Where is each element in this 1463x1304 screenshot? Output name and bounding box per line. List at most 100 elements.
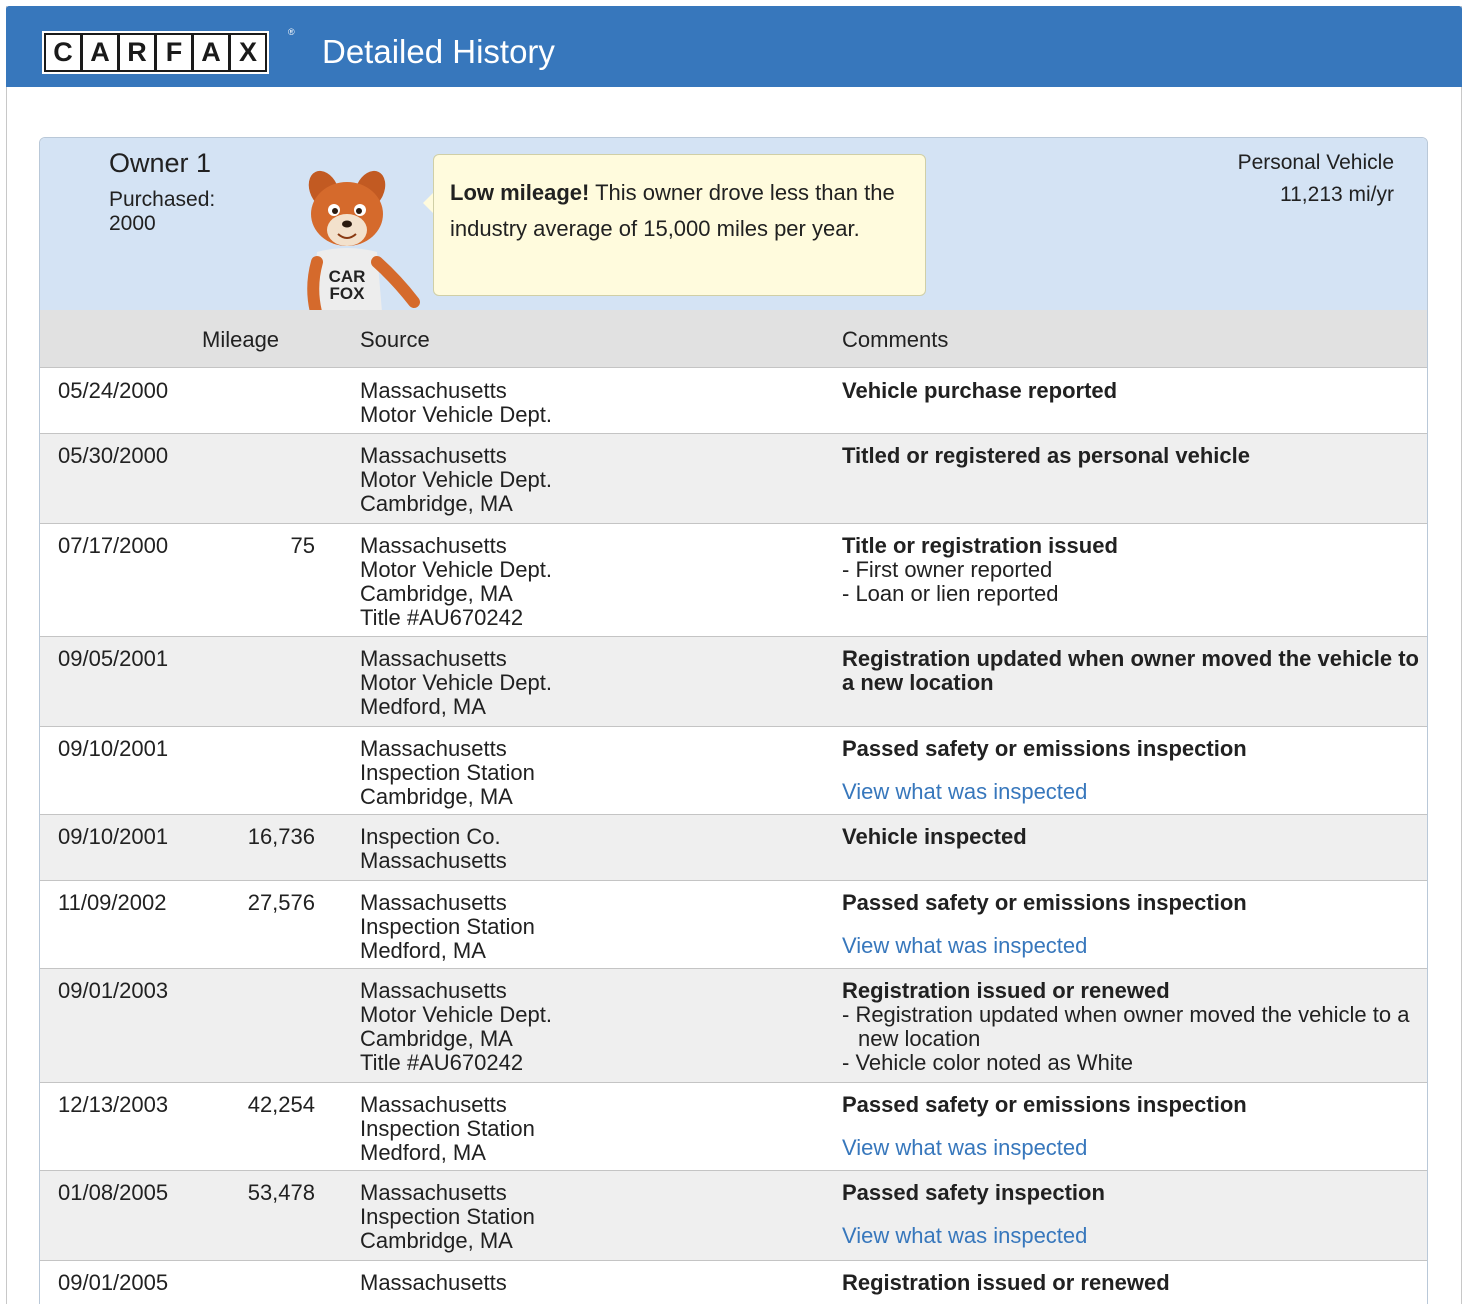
row-mileage: 53,478 — [247, 1180, 315, 1205]
row-date: 09/10/2001 — [58, 824, 169, 849]
comment-heading: Vehicle inspected — [842, 824, 1027, 849]
row-comments: Registration updated when owner moved th… — [842, 647, 1422, 695]
source-line: Cambridge, MA — [360, 1026, 513, 1051]
table-row: 05/24/2000 Massachusetts Motor Vehicle Dep… — [40, 369, 1427, 434]
source-line: Cambridge, MA — [360, 491, 513, 516]
source-line: Massachusetts — [360, 736, 507, 761]
row-comments: Title or registration issued - First owne… — [842, 534, 1422, 606]
mascot-shirt-text: FOX — [330, 284, 366, 303]
row-source: Massachusetts Inspection Station Cambridge… — [360, 1181, 820, 1253]
owner-summary: Owner 1 Purchased: 2000 CAR FOX Low mile… — [40, 138, 1427, 312]
source-line: Motor Vehicle Dept. — [360, 670, 552, 695]
view-inspection-link[interactable]: View what was inspected — [842, 780, 1422, 804]
table-row: 09/05/2001 Massachusetts Motor Vehicle Dep… — [40, 637, 1427, 727]
row-mileage: 75 — [290, 533, 315, 558]
source-line: Inspection Co. — [360, 824, 501, 849]
row-comments: Passed safety or emissions inspection Vie… — [842, 891, 1422, 958]
source-line: Massachusetts — [360, 978, 507, 1003]
logo-letter: A — [194, 35, 228, 70]
source-line: Massachusetts — [360, 848, 507, 873]
table-row: 12/13/2003 42,254 Massachusetts Inspection … — [40, 1083, 1427, 1171]
table-row: 05/30/2000 Massachusetts Motor Vehicle Dep… — [40, 434, 1427, 524]
comment-detail: - First owner reported — [842, 557, 1053, 582]
row-date: 05/24/2000 — [58, 378, 169, 403]
source-line: Motor Vehicle Dept. — [360, 402, 552, 427]
row-source: Massachusetts Motor Vehicle Dept. Cambridg… — [360, 534, 820, 630]
source-line: Inspection Station — [360, 1204, 535, 1229]
logo-letter: F — [157, 35, 191, 70]
source-line: Massachusetts — [360, 443, 507, 468]
source-line: Massachusetts — [360, 533, 507, 558]
row-source: Massachusetts Motor Vehicle Dept. Cambridg… — [360, 444, 820, 516]
logo-letter: X — [231, 35, 265, 70]
view-inspection-link[interactable]: View what was inspected — [842, 934, 1422, 958]
row-comments: Registration issued or renewed — [842, 1271, 1422, 1295]
row-date: 01/08/2005 — [58, 1180, 169, 1205]
row-comments: Passed safety or emissions inspection Vie… — [842, 737, 1422, 804]
owner-history-card: Owner 1 Purchased: 2000 CAR FOX Low mile… — [39, 137, 1428, 1304]
table-row: 07/17/2000 75 Massachusetts Motor Vehicle D… — [40, 524, 1427, 637]
source-line: Massachusetts — [360, 1270, 507, 1295]
source-line: Motor Vehicle Dept. — [360, 557, 552, 582]
source-line: Medford, MA — [360, 694, 486, 719]
row-date: 09/05/2001 — [58, 646, 169, 671]
row-date: 07/17/2000 — [58, 533, 169, 558]
carfox-mascot-icon: CAR FOX — [307, 170, 420, 312]
logo-letter: A — [83, 35, 117, 70]
comment-heading: Registration issued or renewed — [842, 978, 1170, 1003]
view-inspection-link[interactable]: View what was inspected — [842, 1224, 1422, 1248]
row-source: Massachusetts Inspection Station Medford, … — [360, 891, 820, 963]
row-date: 05/30/2000 — [58, 443, 169, 468]
table-row: 09/10/2001 Massachusetts Inspection Statio… — [40, 727, 1427, 815]
source-line: Inspection Station — [360, 760, 535, 785]
purchased-label: Purchased: — [109, 188, 216, 211]
page-title: Detailed History — [322, 33, 555, 70]
table-row: 11/09/2002 27,576 Massachusetts Inspection … — [40, 881, 1427, 969]
row-source: Massachusetts Motor Vehicle Dept. Cambridg… — [360, 979, 820, 1075]
miles-per-year: 11,213 mi/yr — [1280, 183, 1394, 206]
column-header-comments: Comments — [842, 327, 949, 352]
comment-heading: Titled or registered as personal vehicle — [842, 443, 1250, 468]
comment-heading: Registration issued or renewed — [842, 1270, 1170, 1295]
source-line: Cambridge, MA — [360, 1228, 513, 1253]
owner-name: Owner 1 — [109, 148, 212, 178]
table-row: 01/08/2005 53,478 Massachusetts Inspection … — [40, 1171, 1427, 1261]
vehicle-type: Personal Vehicle — [1237, 151, 1394, 174]
source-line: Massachusetts — [360, 1092, 507, 1117]
source-line: Inspection Station — [360, 1116, 535, 1141]
logo-letter: C — [46, 35, 80, 70]
row-source: Massachusetts — [360, 1271, 820, 1295]
source-line: Motor Vehicle Dept. — [360, 467, 552, 492]
row-source: Massachusetts Inspection Station Medford, … — [360, 1093, 820, 1165]
history-table-body: 05/24/2000 Massachusetts Motor Vehicle Dep… — [40, 369, 1427, 1304]
source-line: Massachusetts — [360, 1180, 507, 1205]
source-line: Medford, MA — [360, 1140, 486, 1165]
comment-heading: Title or registration issued — [842, 533, 1118, 558]
row-date: 11/09/2002 — [58, 890, 167, 915]
row-comments: Titled or registered as personal vehicle — [842, 444, 1422, 468]
column-header-source: Source — [360, 327, 430, 352]
source-line: Massachusetts — [360, 890, 507, 915]
view-inspection-link[interactable]: View what was inspected — [842, 1136, 1422, 1160]
row-source: Massachusetts Inspection Station Cambridge… — [360, 737, 820, 809]
source-line: Title #AU670242 — [360, 1050, 524, 1075]
comment-heading: Passed safety or emissions inspection — [842, 1092, 1247, 1117]
row-source: Massachusetts Motor Vehicle Dept. Medford,… — [360, 647, 820, 719]
row-date: 12/13/2003 — [58, 1092, 169, 1117]
row-source: Massachusetts Motor Vehicle Dept. — [360, 379, 820, 427]
carfax-logo: C A R F A X — [42, 31, 269, 74]
registered-mark: ® — [288, 27, 295, 37]
column-header-mileage: Mileage — [202, 327, 280, 352]
purchased-year: 2000 — [109, 212, 156, 235]
table-row: 09/01/2003 Massachusetts Motor Vehicle Dep… — [40, 969, 1427, 1083]
row-source: Inspection Co. Massachusetts — [360, 825, 820, 873]
row-comments: Vehicle purchase reported — [842, 379, 1422, 403]
owner-purchased: Purchased: 2000 — [109, 188, 215, 236]
source-line: Motor Vehicle Dept. — [360, 1002, 552, 1027]
source-line: Title #AU670242 — [360, 605, 524, 630]
row-mileage: 27,576 — [247, 890, 315, 915]
table-row: 09/01/2005 Massachusetts Registration issu… — [40, 1261, 1427, 1304]
comment-detail: - Registration updated when owner moved … — [842, 1002, 1410, 1051]
comment-heading: Passed safety or emissions inspection — [842, 736, 1247, 761]
row-comments: Passed safety or emissions inspection Vie… — [842, 1093, 1422, 1160]
